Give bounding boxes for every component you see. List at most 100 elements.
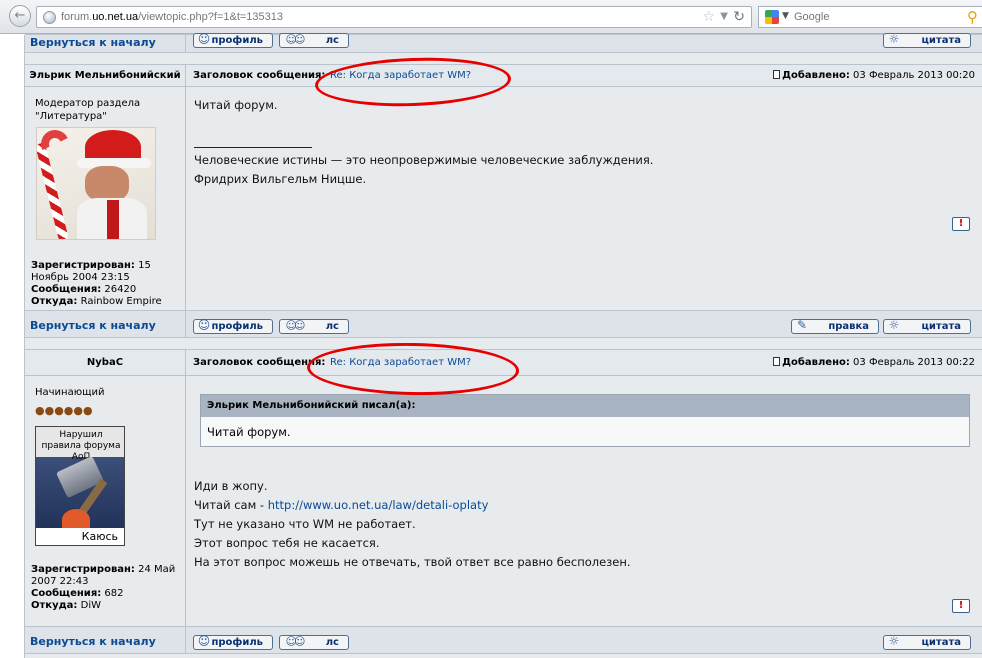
profile-button-label: профиль <box>211 637 263 648</box>
registered-label: Зарегистрирован: <box>31 260 135 271</box>
user-icon: ☺ <box>197 634 211 648</box>
pm-button-label: лс <box>325 35 339 46</box>
registered-value: 24 Май <box>138 564 176 575</box>
address-bar[interactable]: forum.uo.net.ua/viewtopic.php?f=1&t=1353… <box>36 6 752 28</box>
report-icon[interactable]: ! <box>952 217 970 231</box>
signature-divider <box>194 147 312 148</box>
users-icon: ☺☺ <box>285 319 306 332</box>
post-actions-bar: Вернуться к началу ☺ профиль ☺☺ лс ✎ правка… <box>25 310 982 338</box>
url-path: /viewtopic.php?f=1&t=135313 <box>138 11 284 23</box>
post-text: Иди в жопу. Читай сам - http://www.uo.ne… <box>194 477 631 572</box>
quote-button[interactable]: ☼ цитата <box>883 634 971 650</box>
post-subject[interactable]: Re: Когда заработает WM? <box>330 357 471 368</box>
subject-label: Заголовок сообщения: <box>193 70 326 81</box>
quote-block: Эльрик Мельнибонийский писал(а): Читай ф… <box>200 394 970 447</box>
posts-count: 682 <box>104 588 124 599</box>
url-domain: uo.net.ua <box>92 11 139 23</box>
edit-button[interactable]: ✎ правка <box>791 318 879 334</box>
post-line: Иди в жопу. <box>194 479 268 493</box>
chevron-down-icon[interactable]: ▼ <box>720 11 728 22</box>
user-icon: ☺ <box>197 318 211 332</box>
reload-icon[interactable]: ↻ <box>733 9 745 25</box>
author-profile: Модератор раздела "Литература" Зарегистр… <box>25 87 185 310</box>
google-icon[interactable] <box>765 10 779 24</box>
post-author[interactable]: Эльрик Мельнибонийский <box>25 70 185 81</box>
avatar: Нарушил правила форума АоП Каюсь <box>35 426 125 546</box>
quote-button-label: цитата <box>921 637 961 648</box>
avatar <box>36 127 156 240</box>
post-line: Этот вопрос тебя не касается. <box>194 536 380 550</box>
report-icon[interactable]: ! <box>952 599 970 613</box>
browser-toolbar: ← forum.uo.net.ua/viewtopic.php?f=1&t=13… <box>0 0 982 34</box>
profile-button[interactable]: ☺ профиль <box>193 634 273 650</box>
quote-button[interactable]: ☼ цитата <box>883 318 971 334</box>
post-actions-bar: Вернуться к началу ☺ профиль ☺☺ лс ☼ цитата <box>25 32 982 53</box>
post-icon[interactable] <box>773 70 781 79</box>
quote-button[interactable]: ☼ цитата <box>883 32 971 48</box>
subject-label: Заголовок сообщения: <box>193 357 326 368</box>
post-header: NybaC Заголовок сообщения: Re: Когда зар… <box>25 349 982 376</box>
post-text: Читай форум. <box>194 98 278 112</box>
author-stats: Зарегистрирован: 24 Май 2007 22:43 Сообщ… <box>31 564 175 612</box>
registered-value: Ноябрь 2004 23:15 <box>31 272 130 283</box>
search-input[interactable]: ▼ Google ⚲ <box>758 6 982 28</box>
location-value: DiW <box>80 600 101 611</box>
pm-button-label: лс <box>325 321 339 332</box>
location-value: Rainbow Empire <box>80 296 162 307</box>
posts-count: 26420 <box>104 284 137 295</box>
back-arrow-icon[interactable]: ← <box>9 5 31 27</box>
pm-button[interactable]: ☺☺ лс <box>279 33 349 48</box>
post-date-value: 03 Февраль 2013 00:20 <box>853 70 975 81</box>
back-to-top-link[interactable]: Вернуться к началу <box>30 319 156 332</box>
post-subject[interactable]: Re: Когда заработает WM? <box>330 70 471 81</box>
speech-bubble-icon: ☼ <box>888 32 900 46</box>
speech-bubble-icon: ☼ <box>888 318 900 332</box>
posts-label: Сообщения: <box>31 284 102 295</box>
chevron-down-icon[interactable]: ▼ <box>782 11 789 21</box>
topic-table: Вернуться к началу ☺ профиль ☺☺ лс ☼ цитата… <box>24 32 982 658</box>
edit-button-label: правка <box>828 321 869 332</box>
profile-button-label: профиль <box>211 35 263 46</box>
profile-button[interactable]: ☺ профиль <box>193 32 273 48</box>
profile-button[interactable]: ☺ профиль <box>193 318 273 334</box>
url-text[interactable]: forum.uo.net.ua/viewtopic.php?f=1&t=1353… <box>61 11 283 23</box>
profile-button-label: профиль <box>211 321 263 332</box>
search-icon[interactable]: ⚲ <box>967 8 978 26</box>
post-author[interactable]: NybaC <box>25 357 185 368</box>
post-date-value: 03 Февраль 2013 00:22 <box>853 357 975 368</box>
rank-stars: ●●●●●● <box>35 404 93 417</box>
quote-button-label: цитата <box>921 35 961 46</box>
globe-icon <box>43 11 56 24</box>
avatar-caption-bottom: Каюсь <box>36 528 124 545</box>
pencil-icon: ✎ <box>796 318 808 332</box>
pm-button[interactable]: ☺☺ лс <box>279 635 349 650</box>
post-line: Читай сам - http://www.uo.net.ua/law/det… <box>194 496 631 515</box>
author-stats: Зарегистрирован: 15 Ноябрь 2004 23:15 Со… <box>31 260 162 308</box>
back-to-top-link[interactable]: Вернуться к началу <box>30 36 156 49</box>
bookmark-star-icon[interactable]: ☆ <box>702 9 715 25</box>
payment-link[interactable]: http://www.uo.net.ua/law/detali-oplaty <box>268 498 489 512</box>
post-date: Добавлено: 03 Февраль 2013 00:22 <box>773 357 975 368</box>
users-icon: ☺☺ <box>285 635 306 648</box>
post-body: Начинающий ●●●●●● Нарушил правила форума… <box>25 376 982 626</box>
back-to-top-link[interactable]: Вернуться к началу <box>30 635 156 648</box>
user-icon: ☺ <box>197 32 211 46</box>
post-date: Добавлено: 03 Февраль 2013 00:20 <box>773 70 975 81</box>
quote-author: Эльрик Мельнибонийский писал(а): <box>201 395 969 417</box>
url-prefix: forum. <box>61 11 93 23</box>
author-rank: Начинающий <box>35 387 105 398</box>
users-icon: ☺☺ <box>285 33 306 46</box>
post-header: Эльрик Мельнибонийский Заголовок сообщен… <box>25 64 982 87</box>
location-label: Откуда: <box>31 600 78 611</box>
signature: Человеческие истины — это неопровержимые… <box>194 151 653 189</box>
search-placeholder: Google <box>794 11 830 23</box>
posted-label: Добавлено: <box>782 70 850 81</box>
post-icon[interactable] <box>773 357 781 366</box>
quote-button-label: цитата <box>921 321 961 332</box>
rank-line: "Литература" <box>35 111 107 122</box>
registered-value: 15 <box>138 260 151 271</box>
posts-label: Сообщения: <box>31 588 102 599</box>
post-line: Тут не указано что WM не работает. <box>194 517 416 531</box>
pm-button[interactable]: ☺☺ лс <box>279 319 349 334</box>
pm-button-label: лс <box>325 637 339 648</box>
